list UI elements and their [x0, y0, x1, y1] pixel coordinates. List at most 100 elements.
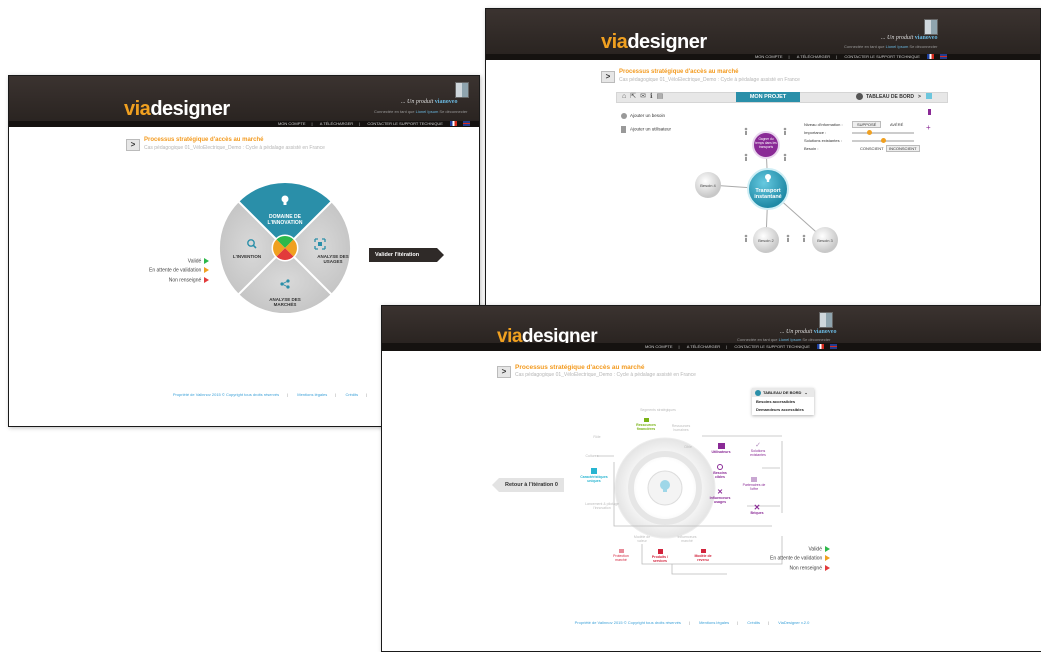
dashboard-info-icon	[856, 93, 863, 101]
expand-arrow-icon[interactable]: >	[601, 71, 615, 83]
need-conscious-toggle[interactable]: CONSCIENT	[860, 146, 884, 151]
status-legend: Validé En attente de validation Non rens…	[770, 546, 831, 574]
add-user-link[interactable]: Ajouter un utilisateur	[621, 126, 671, 133]
center-need-label: Transport instantané	[754, 188, 782, 200]
node-briques[interactable]: ✕ Briques	[746, 503, 768, 516]
info-icon[interactable]: ℹ	[650, 93, 657, 100]
expand-arrow-icon[interactable]: >	[126, 139, 140, 151]
add-need-link[interactable]: Ajouter un besoin	[621, 113, 665, 119]
empty-triangle-icon	[204, 276, 210, 283]
home-icon[interactable]: ⌂	[622, 93, 630, 100]
node-ressources-humaines[interactable]: Ressources humaines	[666, 424, 696, 432]
toolbar-icons: ⌂⇱✉ℹ▤	[622, 92, 667, 102]
connection-info: Connectée en tant que Lionel Ipsum Se dé…	[374, 109, 468, 114]
process-subtitle: Cas pédagogique 01_VéloElectrique_Demo :…	[619, 77, 800, 83]
chevron-right-icon: >	[917, 94, 921, 100]
info-low-toggle[interactable]: SUPPOSÉ	[852, 121, 882, 128]
flag-uk-icon[interactable]	[940, 54, 947, 60]
status-legend: Validé En attente de validation Non rens…	[149, 258, 210, 286]
nav-account[interactable]: MON COMPTE	[645, 344, 673, 349]
footer: Propriété de Valinnov 2015 © Copyright t…	[574, 620, 810, 625]
purple-tool-icon[interactable]	[928, 109, 931, 115]
valid-triangle-icon	[204, 258, 210, 264]
validate-iteration-button[interactable]: Valider l'itération	[369, 248, 437, 262]
existing-slider-thumb[interactable]	[881, 138, 886, 143]
top-nav: MON COMPTE | A TÉLÉCHARGER | CONTACTER LE …	[382, 343, 1041, 351]
chevron-down-icon: ⌄	[804, 390, 808, 395]
node-produits-services[interactable]: Produits / services	[647, 549, 673, 563]
tools-icon: ✕	[753, 503, 761, 512]
process-subtitle: Cas pédagogique 01_VéloElectrique_Demo :…	[144, 145, 325, 151]
nav-support[interactable]: CONTACTER LE SUPPORT TECHNIQUE	[734, 344, 810, 349]
node-ressources-financieres[interactable]: Ressources financières	[632, 418, 660, 431]
flag-fr-icon[interactable]	[450, 121, 457, 127]
node-segments-strategiques[interactable]: Segments stratégiques	[640, 408, 676, 412]
invention-label: L'INVENTION	[232, 254, 262, 259]
node-role[interactable]: Rôle	[587, 435, 607, 439]
process-heading: > Processus stratégique d'accès au march…	[497, 364, 837, 382]
comment-icon[interactable]: ✉	[640, 93, 650, 100]
node-modele-revenu[interactable]: Modèle de revenu	[690, 549, 716, 562]
flag-uk-icon[interactable]	[830, 344, 837, 350]
valinnov-logo	[455, 82, 469, 98]
add-need-icon	[621, 113, 627, 119]
valinnov-logo	[819, 312, 833, 328]
importance-slider-thumb[interactable]	[867, 130, 872, 135]
lock-icon	[643, 418, 649, 422]
teal-tool-icon[interactable]	[926, 93, 932, 99]
ring-icon	[717, 464, 723, 470]
footer-credits-link[interactable]: Crédits	[747, 620, 760, 625]
footer-credits-link[interactable]: Crédits	[345, 392, 358, 397]
viadesigner-logo: viadesigner	[601, 31, 707, 53]
people-icon	[751, 477, 757, 482]
footer-legal-link[interactable]: Mentions légales	[297, 392, 327, 397]
nav-download[interactable]: A TÉLÉCHARGER	[687, 344, 721, 349]
node-influenceurs-usages[interactable]: ✕ Influenceurs usages	[706, 489, 734, 504]
usages-label: ANALYSE DES USAGES	[317, 254, 349, 264]
export-icon[interactable]: ⇱	[630, 93, 640, 100]
flag-fr-icon[interactable]	[927, 54, 934, 60]
node-utilisateurs[interactable]: Utilisateurs	[707, 443, 735, 454]
process-title: Processus stratégique d'accès au marché	[144, 137, 264, 143]
document-icon[interactable]: ▤	[657, 93, 668, 100]
node-besoins-cibles[interactable]: Besoins cibles	[708, 464, 732, 479]
nav-support[interactable]: CONTACTER LE SUPPORT TECHNIQUE	[367, 121, 443, 126]
process-heading: > Processus stratégique d'accès au march…	[126, 137, 466, 155]
nav-support[interactable]: CONTACTER LE SUPPORT TECHNIQUE	[844, 54, 920, 59]
validate-arrow-tip-icon	[437, 248, 444, 262]
node-lancement[interactable]: Lancement & pilotage l'innovation	[582, 502, 622, 510]
back-arrow-tip-icon	[492, 478, 499, 492]
nav-account[interactable]: MON COMPTE	[755, 54, 783, 59]
footer-version: ViaDesigner v.2.0	[778, 620, 810, 625]
connection-info: Connectée en tant que Lionel Ipsum Se dé…	[737, 337, 831, 342]
node-cible[interactable]: Cible	[678, 445, 698, 449]
purple-need-label: Gagner du temps dans les transports	[755, 137, 777, 149]
node-influenceurs-marche[interactable]: Influenceurs marché	[672, 535, 702, 543]
connection-info: Connectée en tant que Lionel Ipsum Se dé…	[844, 44, 938, 49]
expand-arrow-icon[interactable]: >	[497, 366, 511, 378]
nav-account[interactable]: MON COMPTE	[278, 121, 306, 126]
my-project-button[interactable]: MON PROJET	[736, 92, 800, 102]
flag-fr-icon[interactable]	[817, 344, 824, 350]
viadesigner-logo: viadesigner	[124, 98, 230, 120]
empty-triangle-icon	[825, 564, 830, 571]
node-protection-marche[interactable]: Protection marché	[608, 549, 634, 562]
node-solutions-existantes[interactable]: ✓ Solutions existantes	[744, 442, 772, 457]
nav-download[interactable]: A TÉLÉCHARGER	[797, 54, 831, 59]
footer-legal-link[interactable]: Mentions légales	[699, 620, 729, 625]
domain-label: DOMAINE DE L'INNOVATION	[267, 214, 303, 226]
importance-slider[interactable]	[852, 132, 914, 134]
node-modele-valeur[interactable]: Modèle de valeur	[630, 535, 654, 543]
valinnov-logo	[924, 19, 938, 35]
nav-download[interactable]: A TÉLÉCHARGER	[320, 121, 354, 126]
need-unconscious-toggle[interactable]: INCONSCIENT	[886, 145, 920, 152]
node-cultures[interactable]: Cultures	[580, 454, 604, 458]
tagline: ... Un produit vianoveo	[881, 35, 938, 41]
tagline: ... Un produit vianoveo	[401, 99, 458, 105]
node-caracteristiques-uniques[interactable]: Caractéristiques uniques	[578, 468, 610, 483]
node-partenaires-offre[interactable]: Partenaires de l'offre	[740, 477, 768, 491]
process-title: Processus stratégique d'accès au marché	[515, 364, 645, 371]
info-high-toggle[interactable]: AVÉRÉ	[890, 122, 903, 127]
flag-uk-icon[interactable]	[463, 121, 470, 127]
status-center-icon	[271, 234, 299, 262]
